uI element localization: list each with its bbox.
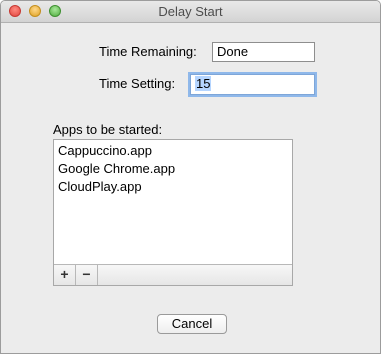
delay-start-window: Delay Start Time Remaining: Done Time Se… [0, 0, 381, 354]
add-app-button[interactable]: + [54, 265, 76, 285]
time-setting-input[interactable]: 15 [190, 74, 315, 95]
time-remaining-field: Done [212, 42, 315, 62]
list-item[interactable]: CloudPlay.app [54, 178, 292, 196]
apps-list[interactable]: Cappuccino.app Google Chrome.app CloudPl… [53, 139, 293, 286]
list-item[interactable]: Google Chrome.app [54, 160, 292, 178]
time-setting-label: Time Setting: [99, 76, 176, 91]
time-remaining-value: Done [217, 44, 249, 59]
time-remaining-label: Time Remaining: [99, 44, 197, 59]
window-title: Delay Start [158, 4, 223, 19]
apps-list-label: Apps to be started: [53, 122, 163, 137]
list-item[interactable]: Cappuccino.app [54, 142, 292, 160]
time-setting-value: 15 [195, 76, 212, 91]
remove-app-button[interactable]: − [76, 265, 98, 285]
cancel-button[interactable]: Cancel [157, 314, 227, 334]
list-toolbar: + − [54, 264, 292, 285]
title-bar[interactable]: Delay Start [1, 1, 380, 23]
